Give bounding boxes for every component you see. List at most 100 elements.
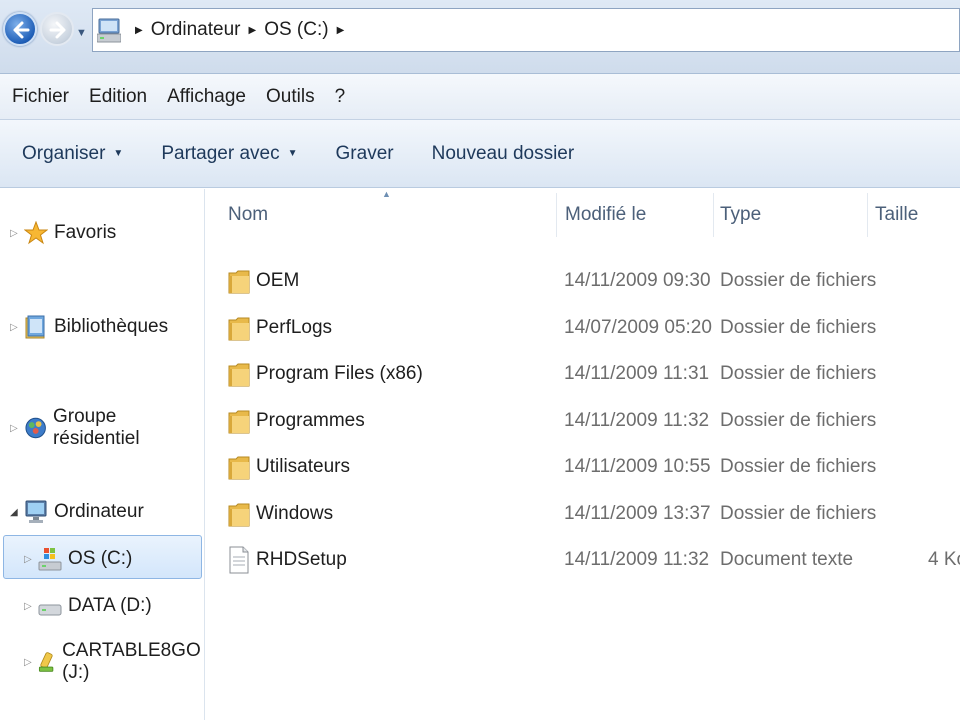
- folder-icon: [228, 453, 250, 486]
- burn-button[interactable]: Graver: [336, 143, 394, 165]
- file-type: Dossier de fichiers: [720, 270, 877, 291]
- column-header-type[interactable]: Type: [720, 204, 761, 226]
- menu-bar: Fichier Edition Affichage Outils ?: [0, 74, 960, 120]
- column-divider[interactable]: [867, 193, 868, 237]
- menu-help[interactable]: ?: [335, 86, 346, 108]
- breadcrumb-separator-icon[interactable]: ▶: [337, 25, 345, 36]
- file-name: Program Files (x86): [256, 363, 423, 384]
- column-header-modified[interactable]: Modifié le: [565, 204, 646, 226]
- organize-label: Organiser: [22, 142, 106, 164]
- file-row[interactable]: PerfLogs 14/07/2009 05:20 Dossier de fichi…: [206, 306, 960, 350]
- file-type: Dossier de fichiers: [720, 363, 877, 384]
- file-row[interactable]: Program Files (x86) 14/11/2009 11:31 Dossi…: [206, 352, 960, 396]
- breadcrumb-computer[interactable]: Ordinateur: [151, 19, 241, 41]
- file-row[interactable]: Utilisateurs 14/11/2009 10:55 Dossier de f…: [206, 445, 960, 489]
- file-list: ▲ Nom Modifié le Type Taille OEM 14/11/20…: [206, 189, 960, 720]
- windows-drive-icon: [38, 548, 62, 571]
- back-arrow-icon: [13, 21, 30, 39]
- column-divider[interactable]: [713, 193, 714, 237]
- folder-icon: [228, 267, 250, 300]
- expand-arrow-icon[interactable]: ▷: [10, 322, 24, 333]
- file-name: PerfLogs: [256, 316, 333, 338]
- libraries-icon: [25, 315, 45, 339]
- folder-icon: [228, 314, 250, 347]
- address-field[interactable]: ▶ Ordinateur ▶ OS (C:) ▶: [92, 8, 960, 52]
- share-with-label: Partager avec: [161, 142, 280, 164]
- menu-tools[interactable]: Outils: [266, 86, 315, 108]
- file-modified: 14/11/2009 11:32: [564, 409, 710, 431]
- folder-icon: [228, 360, 250, 393]
- sort-ascending-icon: ▲: [382, 189, 391, 199]
- share-with-button[interactable]: Partager avec ▼: [161, 143, 297, 165]
- chevron-down-icon: ▼: [113, 148, 124, 159]
- nav-drive-c-label: OS (C:): [68, 548, 133, 569]
- file-modified: 14/11/2009 10:55: [564, 456, 711, 477]
- file-type: Dossier de fichiers: [720, 456, 877, 477]
- file-modified: 14/11/2009 13:37: [564, 502, 711, 524]
- file-modified: 14/11/2009 09:30: [564, 270, 711, 291]
- homegroup-icon: [25, 417, 46, 439]
- nav-libraries-label: Bibliothèques: [54, 316, 169, 337]
- burn-label: Graver: [335, 142, 394, 164]
- menu-file[interactable]: Fichier: [12, 86, 69, 108]
- recent-pages-dropdown-icon[interactable]: ▼: [76, 27, 87, 39]
- expand-arrow-icon[interactable]: ▷: [24, 601, 38, 612]
- file-name: Windows: [256, 502, 334, 524]
- nav-favorites-label: Favoris: [54, 222, 117, 243]
- folder-icon: [228, 407, 250, 440]
- file-row[interactable]: RHDSetup 14/11/2009 11:32 Document texte 4 …: [206, 538, 960, 582]
- file-modified: 14/11/2009 11:31: [564, 363, 710, 384]
- new-folder-button[interactable]: Nouveau dossier: [432, 143, 575, 165]
- command-bar: Organiser ▼ Partager avec ▼ Graver Nouve…: [0, 120, 960, 188]
- breadcrumb-separator-icon[interactable]: ▶: [248, 25, 256, 36]
- file-modified: 14/11/2009 11:32: [564, 549, 710, 570]
- nav-libraries[interactable]: ▷ Bibliothèques: [10, 314, 168, 340]
- column-header-size[interactable]: Taille: [875, 204, 918, 226]
- folder-icon: [228, 500, 250, 533]
- expand-arrow-icon[interactable]: ▷: [24, 554, 38, 565]
- menu-edit[interactable]: Edition: [89, 86, 147, 108]
- nav-drive-d[interactable]: ▷ DATA (D:): [24, 593, 152, 619]
- breadcrumb-separator-icon[interactable]: ▶: [135, 25, 143, 36]
- expand-arrow-icon[interactable]: ▷: [10, 423, 24, 434]
- file-modified: 14/07/2009 05:20: [564, 316, 712, 338]
- nav-favorites[interactable]: ▷ Favoris: [10, 221, 116, 245]
- chevron-down-icon: ▼: [287, 148, 298, 159]
- file-row[interactable]: OEM 14/11/2009 09:30 Dossier de fichiers: [206, 259, 960, 303]
- file-row[interactable]: Programmes 14/11/2009 11:32 Dossier de fic…: [206, 399, 960, 443]
- computer-drive-icon: [97, 18, 121, 43]
- nav-drive-c[interactable]: ▷ OS (C:): [24, 546, 132, 572]
- navigation-pane: ▷ Favoris ▷ Bibliothèques ▷ Groupe résid…: [0, 189, 205, 720]
- forward-arrow-icon: [49, 21, 66, 39]
- column-divider[interactable]: [556, 193, 557, 237]
- back-button[interactable]: [3, 12, 37, 46]
- nav-drive-j[interactable]: ▷ CARTABLE8GO (J:): [24, 640, 207, 684]
- nav-homegroup-label: Groupe résidentiel: [52, 406, 140, 449]
- column-header-name[interactable]: Nom: [228, 204, 268, 226]
- file-row[interactable]: Windows 14/11/2009 13:37 Dossier de fichie…: [206, 492, 960, 536]
- expand-arrow-icon[interactable]: ▷: [24, 657, 36, 668]
- nav-drive-d-label: DATA (D:): [68, 595, 152, 616]
- nav-drive-j-label: CARTABLE8GO (J:): [62, 640, 201, 683]
- file-name: RHDSetup: [256, 549, 347, 570]
- file-type: Dossier de fichiers: [720, 316, 877, 338]
- usb-key-drive-icon: [38, 652, 54, 672]
- nav-homegroup[interactable]: ▷ Groupe résidentiel: [10, 406, 204, 450]
- text-document-icon: [228, 546, 250, 579]
- nav-computer-label: Ordinateur: [54, 501, 144, 522]
- file-type: Document texte: [720, 549, 854, 570]
- new-folder-label: Nouveau dossier: [431, 142, 575, 164]
- file-type: Dossier de fichiers: [720, 502, 877, 524]
- menu-view[interactable]: Affichage: [167, 86, 246, 108]
- breadcrumb-drive-c[interactable]: OS (C:): [264, 19, 328, 41]
- nav-computer[interactable]: ◢ Ordinateur: [10, 499, 144, 525]
- hard-drive-icon: [38, 604, 62, 616]
- forward-button[interactable]: [40, 12, 74, 46]
- expand-arrow-icon[interactable]: ▷: [10, 228, 24, 239]
- file-name: Utilisateurs: [256, 456, 350, 477]
- file-name: OEM: [256, 270, 300, 291]
- organize-button[interactable]: Organiser ▼: [22, 143, 123, 165]
- file-size: 4 Ko: [928, 549, 960, 570]
- address-toolbar: ▼ ▶ Ordinateur ▶ OS (C:) ▶: [0, 0, 960, 74]
- collapse-arrow-icon[interactable]: ◢: [10, 507, 24, 518]
